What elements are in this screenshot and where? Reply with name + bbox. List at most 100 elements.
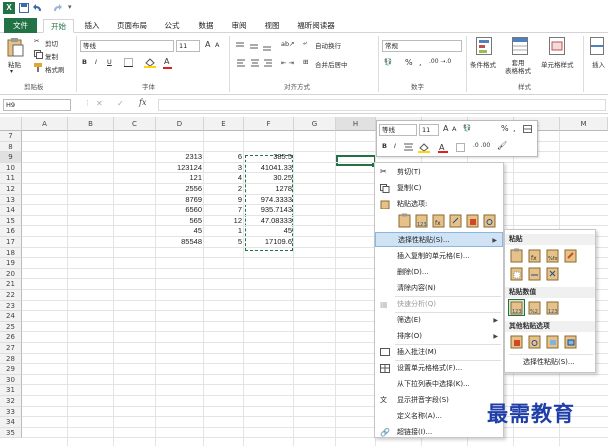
cell-d[interactable]: 123124 [156, 163, 202, 173]
row-header[interactable]: 9 [0, 152, 22, 163]
paste-keep-width-icon[interactable] [527, 266, 542, 281]
cell-e[interactable]: 5 [204, 237, 242, 247]
tab-page-layout[interactable]: 页面布局 [111, 19, 153, 33]
cell-d[interactable]: 8769 [156, 195, 202, 205]
paste-values-number-icon[interactable]: %2 [527, 300, 542, 315]
mini-percent-button[interactable]: % [501, 124, 509, 133]
row-header[interactable]: 8 [0, 141, 22, 153]
cell-d[interactable]: 6560 [156, 205, 202, 215]
underline-button[interactable]: U [107, 58, 112, 66]
font-color-button[interactable]: A [164, 57, 169, 66]
paste-formulas-icon[interactable]: fx [527, 248, 542, 263]
insert-function-icon[interactable]: fx [139, 98, 146, 107]
row-header[interactable]: 25 [0, 321, 22, 333]
format-painter-button[interactable]: 格式刷 [45, 64, 65, 74]
row-header[interactable]: 27 [0, 343, 22, 354]
tab-review[interactable]: 审阅 [225, 19, 253, 33]
column-header[interactable]: C [114, 117, 156, 131]
cell-e[interactable]: 9 [204, 195, 242, 205]
row-header[interactable]: 17 [0, 237, 22, 248]
row-header[interactable]: 33 [0, 406, 22, 418]
column-header[interactable]: B [68, 117, 114, 131]
shrink-font-button[interactable]: A [215, 41, 219, 49]
row-header[interactable]: 7 [0, 131, 22, 142]
paste-transpose-option-icon[interactable] [448, 213, 463, 228]
paste-icon[interactable] [509, 248, 524, 263]
paste-icon[interactable] [6, 37, 24, 57]
row-header[interactable]: 31 [0, 385, 22, 396]
cell-e[interactable]: 12 [204, 216, 242, 226]
select-all-corner[interactable] [0, 117, 22, 131]
grow-font-button[interactable]: A [205, 40, 210, 49]
format-painter-icon[interactable] [34, 63, 43, 72]
paste-values-icon[interactable]: 123 [508, 299, 525, 316]
cut-icon[interactable]: ✂ [34, 37, 39, 45]
insert-cells-icon[interactable] [590, 37, 604, 55]
menu-item-cut[interactable]: ✂ 剪切(T) [375, 165, 503, 180]
conditional-format-button[interactable]: 条件格式 [470, 59, 496, 69]
cell-styles-icon[interactable] [549, 37, 565, 55]
row-header[interactable]: 20 [0, 268, 22, 280]
copy-icon[interactable] [34, 50, 43, 59]
cell-f[interactable]: 974.3333 [244, 195, 292, 205]
menu-item-quick-analysis[interactable]: ▦ 快速分析(Q) [375, 297, 503, 312]
row-header[interactable]: 11 [0, 173, 22, 184]
formula-input[interactable] [158, 99, 606, 111]
enter-icon[interactable]: ✓ [117, 99, 124, 108]
row-header[interactable]: 13 [0, 194, 22, 206]
row-header[interactable]: 26 [0, 332, 22, 343]
paste-link-option-icon[interactable] [482, 213, 497, 228]
mini-size-combo[interactable]: 11 [419, 124, 439, 136]
wrap-text-button[interactable]: 自动换行 [315, 40, 341, 50]
mini-format-painter-icon[interactable]: 🖌 [497, 141, 507, 150]
fill-color-icon[interactable] [144, 57, 156, 68]
row-header[interactable]: 16 [0, 226, 22, 237]
cell-f[interactable]: 47.08333 [244, 216, 292, 226]
menu-item-paste-special[interactable]: 选择性粘贴(S)... ▶ [375, 232, 503, 247]
mini-font-color-icon[interactable]: A [438, 142, 448, 153]
cell-d[interactable]: 85548 [156, 237, 202, 247]
cell-f[interactable]: 30.25 [244, 173, 292, 183]
borders-icon[interactable] [124, 58, 134, 67]
paste-option-icon[interactable] [397, 213, 412, 228]
paste-values-option-icon[interactable]: 123 [414, 213, 429, 228]
menu-item-pick-list[interactable]: 从下拉列表中选择(K)... [375, 377, 503, 392]
menu-item-define-name[interactable]: 定义名称(A)... [375, 409, 503, 424]
row-header[interactable]: 12 [0, 184, 22, 195]
undo-icon[interactable] [33, 3, 43, 13]
menu-item-copy[interactable]: 复制(C) [375, 181, 503, 196]
column-header[interactable]: A [22, 117, 68, 131]
tab-view[interactable]: 视图 [258, 19, 286, 33]
bold-button[interactable]: B [82, 58, 87, 66]
horizontal-align-icons[interactable] [236, 59, 276, 68]
active-cell[interactable] [336, 155, 376, 166]
customize-qat-icon[interactable]: ▾ [68, 3, 72, 11]
cell-e[interactable]: 1 [204, 226, 242, 236]
row-header[interactable]: 10 [0, 162, 22, 174]
mini-grow-font-button[interactable]: A [443, 124, 448, 133]
column-header[interactable]: F [244, 117, 294, 131]
mini-decimal-icons[interactable]: .0 .00 [473, 142, 490, 149]
tab-home[interactable]: 开始 [43, 19, 74, 33]
font-size-combo[interactable]: 11 [176, 40, 200, 52]
cell-e[interactable]: 3 [204, 163, 242, 173]
row-header[interactable]: 14 [0, 205, 22, 216]
tab-formulas[interactable]: 公式 [158, 19, 186, 33]
name-box[interactable]: H9 [3, 99, 71, 111]
mini-font-combo[interactable]: 等线 [379, 124, 417, 136]
cell-f[interactable]: 385.5 [244, 152, 292, 162]
italic-button[interactable]: I [95, 58, 97, 66]
redo-icon[interactable] [52, 3, 62, 13]
paste-special-dialog-item[interactable]: 选择性粘贴(S)... [523, 357, 575, 367]
copy-button[interactable]: 复制 [45, 51, 58, 61]
mini-currency-icon[interactable]: 💱 [463, 124, 471, 132]
cell-f[interactable]: 17109.6 [244, 237, 292, 247]
percent-button[interactable]: % [405, 58, 413, 67]
cancel-icon[interactable]: ✕ [96, 99, 103, 108]
row-header[interactable]: 30 [0, 374, 22, 386]
row-header[interactable]: 22 [0, 290, 22, 301]
menu-item-filter[interactable]: 筛选(E) ▶ [375, 313, 503, 328]
paste-formatting-icon[interactable] [509, 334, 524, 349]
merge-center-button[interactable]: 合并后居中 [315, 59, 348, 69]
mini-grid-icon[interactable] [523, 125, 533, 134]
